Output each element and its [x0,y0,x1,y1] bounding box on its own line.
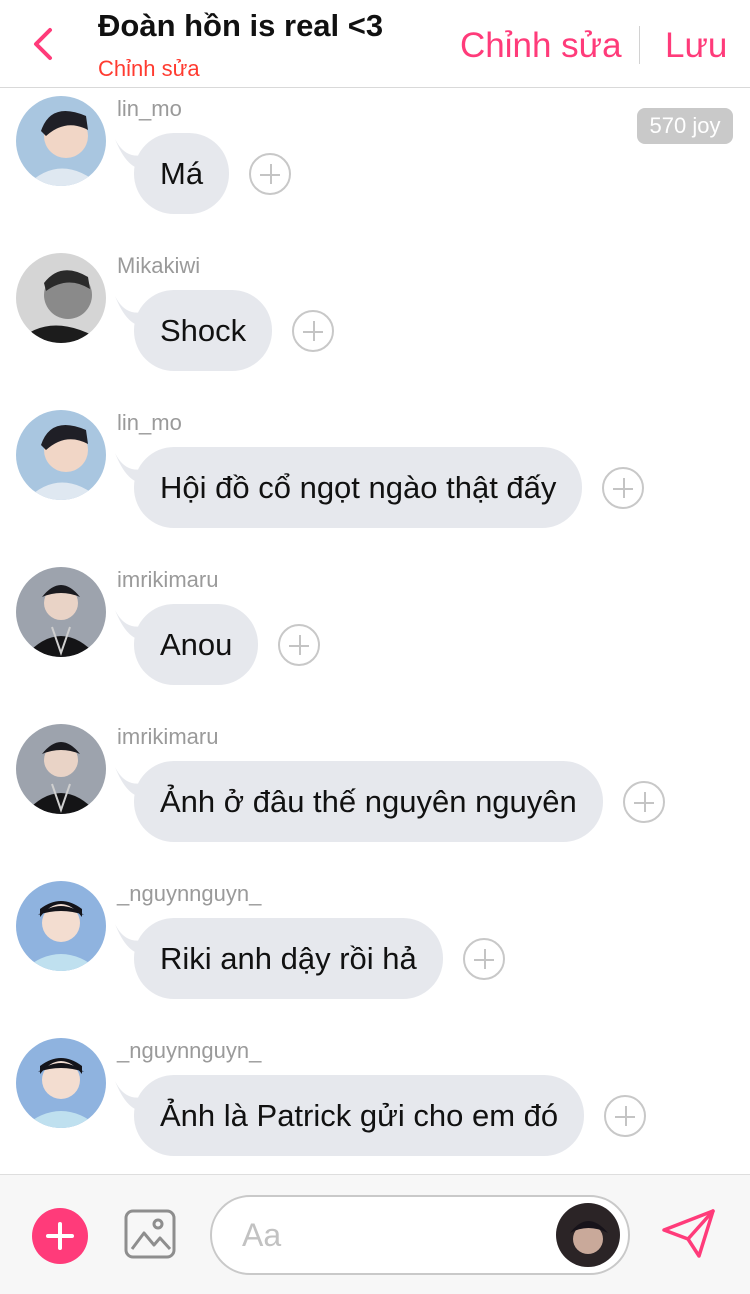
message-username: Mikakiwi [117,253,201,278]
add-reaction-icon[interactable] [249,152,292,195]
bubble-tail [115,139,143,169]
add-reaction-icon[interactable] [622,780,665,823]
message-bubble[interactable]: Hội đồ cổ ngọt ngào thật đấy [134,447,583,528]
message-bubble[interactable]: Ảnh ở đâu thế nguyên nguyên [134,761,603,842]
message-bubble-wrap: Anou [115,604,321,685]
message-row: lin_mo Hội đồ cổ ngọt ngào thật đấy [0,402,750,559]
message-username: _nguynnguyn_ [117,881,262,906]
message-bubble[interactable]: Ảnh là Patrick gửi cho em đó [134,1075,585,1156]
message-bubble[interactable]: Shock [134,290,273,371]
message-row: imrikimaru Anou [0,559,750,716]
bubble-tail [115,767,143,797]
message-row: lin_mo Má 570 joy [0,88,750,245]
message-username: lin_mo [117,96,182,121]
joy-badge: 570 joy [637,108,733,144]
message-row: imrikimaru Ảnh ở đâu thế nguyên nguyên [0,716,750,873]
sticker-avatar[interactable] [556,1203,620,1267]
add-reaction-icon[interactable] [278,623,321,666]
message-username: imrikimaru [117,724,219,749]
avatar[interactable] [16,96,106,186]
message-bubble-wrap: Má [115,133,292,214]
bubble-tail [115,453,143,483]
message-row: _nguynnguyn_ Riki anh dậy rồi hả [0,873,750,1030]
add-reaction-icon[interactable] [602,466,645,509]
message-username: _nguynnguyn_ [117,1038,262,1063]
chat-header: Đoàn hồn is real <3 Chỉnh sửa Chỉnh sửa … [0,0,750,88]
bubble-tail [115,1081,143,1111]
header-divider [639,26,640,64]
chat-subtitle[interactable]: Chỉnh sửa [98,56,200,82]
avatar[interactable] [16,724,106,814]
back-chevron-icon[interactable] [28,26,58,62]
avatar[interactable] [16,567,106,657]
message-list[interactable]: lin_mo Má 570 joy Mikakiwi Shock lin_mo … [0,88,750,1174]
add-reaction-icon[interactable] [462,937,505,980]
message-username: lin_mo [117,410,182,435]
message-bubble-wrap: Ảnh là Patrick gửi cho em đó [115,1075,647,1156]
avatar[interactable] [16,881,106,971]
bubble-tail [115,296,143,326]
message-bubble-wrap: Ảnh ở đâu thế nguyên nguyên [115,761,665,842]
message-bubble[interactable]: Má [134,133,230,214]
chat-title: Đoàn hồn is real <3 [98,8,384,43]
message-bubble-wrap: Hội đồ cổ ngọt ngào thật đấy [115,447,645,528]
message-bubble[interactable]: Riki anh dậy rồi hả [134,918,443,999]
message-input-placeholder: Aa [242,1217,282,1253]
avatar[interactable] [16,410,106,500]
message-bubble-wrap: Shock [115,290,335,371]
bubble-tail [115,924,143,954]
add-reaction-icon[interactable] [292,309,335,352]
bubble-tail [115,610,143,640]
message-row: _nguynnguyn_ Ảnh là Patrick gửi cho em đ… [0,1030,750,1174]
add-reaction-icon[interactable] [604,1094,647,1137]
message-username: imrikimaru [117,567,219,592]
message-bubble[interactable]: Anou [134,604,259,685]
composer-bar: Aa [0,1174,750,1294]
send-icon[interactable] [661,1208,717,1260]
avatar[interactable] [16,1038,106,1128]
image-icon[interactable] [124,1209,176,1259]
message-bubble-wrap: Riki anh dậy rồi hả [115,918,505,999]
plus-circle-icon[interactable] [32,1208,88,1264]
save-button[interactable]: Lưu [665,26,727,66]
edit-button[interactable]: Chỉnh sửa [460,26,622,66]
avatar[interactable] [16,253,106,343]
message-input[interactable]: Aa [210,1195,630,1275]
message-row: Mikakiwi Shock [0,245,750,402]
